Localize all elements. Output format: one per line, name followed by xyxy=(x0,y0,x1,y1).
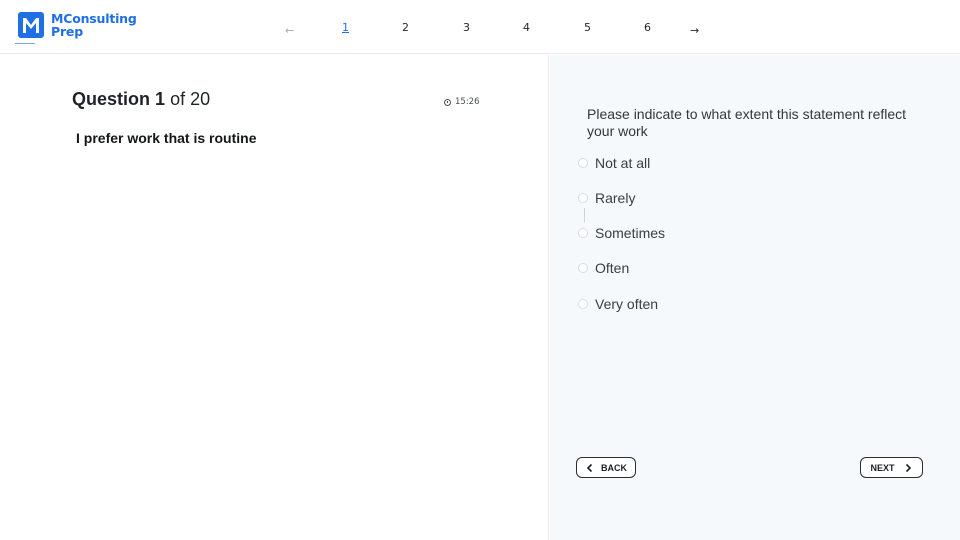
page-link-5[interactable]: 5 xyxy=(584,21,591,34)
brand-name: MConsulting Prep xyxy=(51,12,137,38)
logo-underline xyxy=(15,43,35,44)
radio-button[interactable] xyxy=(578,299,588,309)
page-link-3[interactable]: 3 xyxy=(463,21,470,34)
page-link-4[interactable]: 4 xyxy=(523,21,530,34)
logo-m-icon xyxy=(18,12,44,38)
question-label: Question xyxy=(72,89,151,109)
back-button-label: BACK xyxy=(601,462,627,473)
timer-value: 15:26 xyxy=(455,97,480,107)
option-label: Rarely xyxy=(595,190,636,206)
clock-icon xyxy=(444,98,451,106)
question-heading: Question 1 of 20 xyxy=(72,89,210,110)
radio-button[interactable] xyxy=(578,228,588,238)
brand-logo[interactable]: MConsulting Prep xyxy=(18,12,137,38)
option-label: Very often xyxy=(595,296,659,312)
page-link-6[interactable]: 6 xyxy=(644,21,651,34)
radio-button[interactable] xyxy=(578,158,588,168)
option-label: Not at all xyxy=(595,155,651,171)
next-button[interactable]: NEXT xyxy=(860,457,923,478)
top-header: MConsulting Prep ← 1 2 3 4 5 6 → xyxy=(0,0,960,54)
option-sometimes[interactable]: Sometimes xyxy=(578,225,665,241)
arrow-right-icon[interactable]: → xyxy=(690,24,699,37)
question-panel: Question 1 of 20 15:26 I prefer work tha… xyxy=(0,55,549,540)
option-label: Sometimes xyxy=(595,225,666,241)
chevron-right-icon xyxy=(905,463,911,472)
page-link-2[interactable]: 2 xyxy=(402,21,409,34)
page-link-1[interactable]: 1 xyxy=(342,21,349,34)
next-button-label: NEXT xyxy=(870,462,895,473)
text-cursor xyxy=(584,208,585,222)
option-rarely[interactable]: Rarely xyxy=(578,190,635,206)
question-number: 1 xyxy=(155,89,166,109)
answer-panel: Please indicate to what extent this stat… xyxy=(550,55,960,540)
option-label: Often xyxy=(595,260,630,276)
chevron-left-icon xyxy=(586,463,593,472)
question-total: of 20 xyxy=(170,89,211,109)
option-often[interactable]: Often xyxy=(578,260,629,276)
radio-button[interactable] xyxy=(578,193,588,203)
radio-button[interactable] xyxy=(578,263,588,273)
question-statement: I prefer work that is routine xyxy=(76,130,257,146)
brand-line-2: Prep xyxy=(51,24,83,39)
arrow-left-icon[interactable]: ← xyxy=(285,24,294,37)
option-not-at-all[interactable]: Not at all xyxy=(578,155,650,171)
answer-prompt: Please indicate to what extent this stat… xyxy=(587,106,907,139)
back-button[interactable]: BACK xyxy=(576,457,636,478)
timer: 15:26 xyxy=(444,97,480,107)
option-very-often[interactable]: Very often xyxy=(578,296,658,312)
